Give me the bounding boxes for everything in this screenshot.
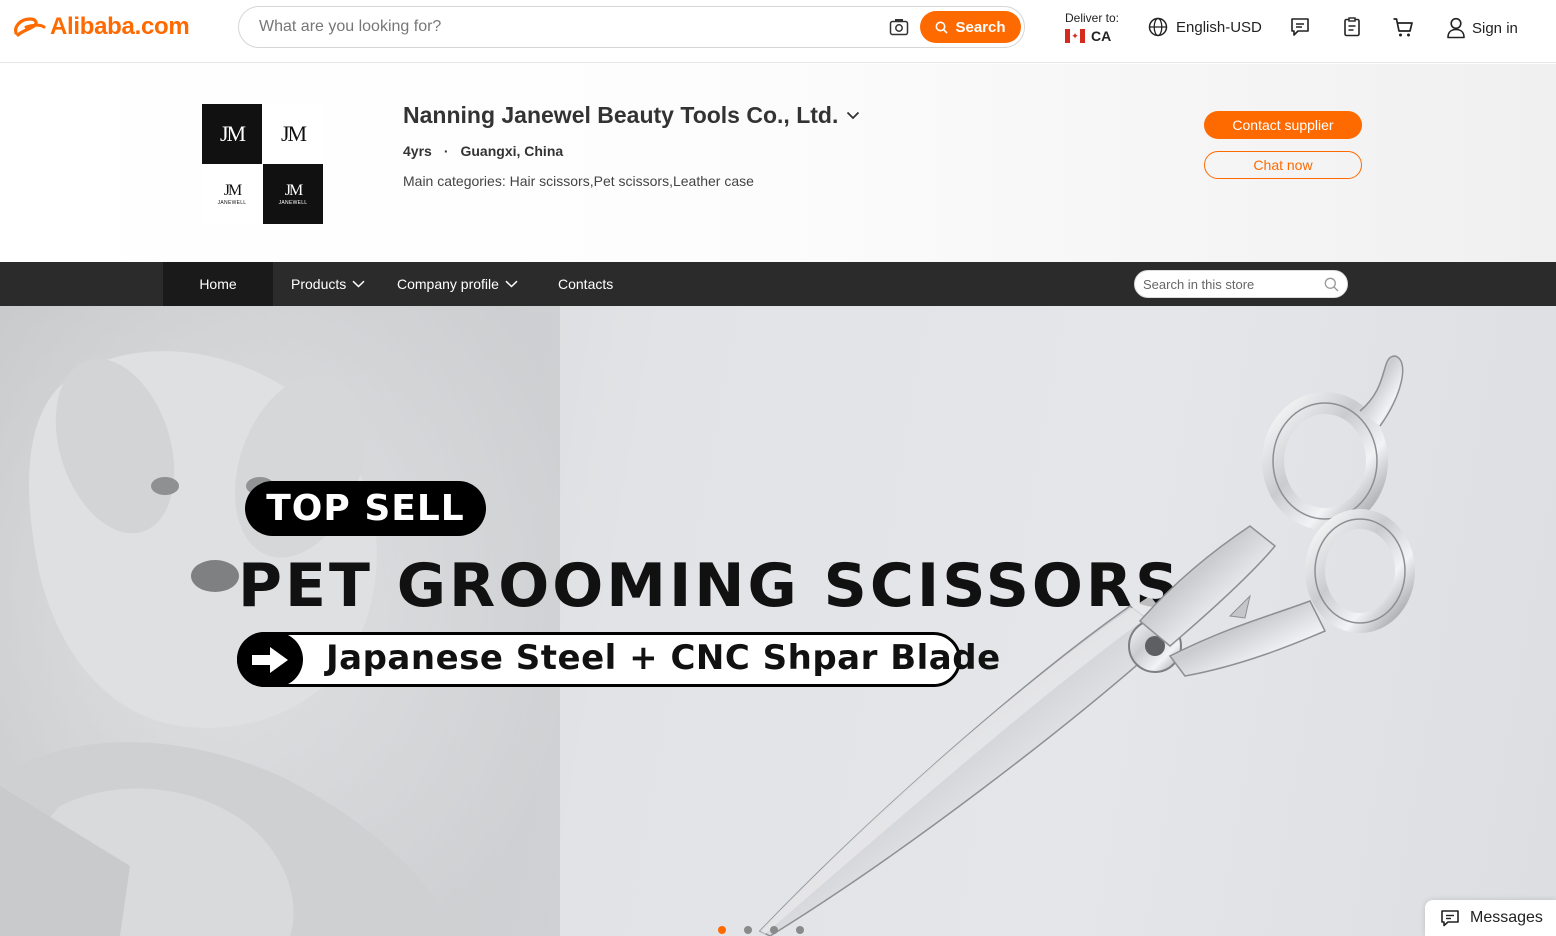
top-sell-badge: TOP SELL [245,481,486,536]
deliver-label: Deliver to: [1065,11,1120,25]
search-input[interactable] [259,7,879,47]
supplier-meta: 4yrs · Guangxi, China [403,143,563,159]
search-button[interactable]: Search [920,11,1021,43]
supplier-header: JM JM JM JANEWELL JM JANEWELL Nanning Ja… [0,64,1556,262]
nav-company-profile-label: Company profile [397,276,499,292]
carousel-dot[interactable] [796,926,804,934]
store-logo-tile: JM [263,104,323,164]
chevron-down-icon [352,280,365,288]
nav-contacts[interactable]: Contacts [558,262,613,306]
arrow-right-icon [237,632,303,687]
deliver-to[interactable]: Deliver to: ✦ CA [1065,11,1119,44]
nav-products-label: Products [291,276,347,292]
message-icon[interactable] [1289,16,1311,38]
globe-icon [1148,17,1168,37]
logo-text: Alibaba.com [50,13,190,40]
user-icon [1447,17,1465,39]
search-icon[interactable] [1324,277,1339,292]
canada-flag-icon: ✦ [1065,29,1085,43]
company-name[interactable]: Nanning Janewel Beauty Tools Co., Ltd. [403,102,860,129]
language-label: English-USD [1176,18,1262,36]
nav-company-profile[interactable]: Company profile [397,262,518,306]
search-icon [935,21,949,34]
main-categories: Main categories: Hair scissors,Pet sciss… [403,173,754,189]
language-currency[interactable]: English-USD [1148,17,1262,37]
chevron-down-icon [505,280,518,288]
store-logo[interactable]: JM JM JM JANEWELL JM JANEWELL [202,104,323,224]
nav-home[interactable]: Home [163,262,273,306]
messages-label: Messages [1470,909,1543,926]
store-logo-tile: JM JANEWELL [202,164,262,224]
chat-now-button[interactable]: Chat now [1204,151,1362,179]
alibaba-logo[interactable]: Alibaba.com [12,13,190,41]
store-navigation: Home Products Company profile Contacts [0,262,1556,306]
message-icon [1441,910,1459,927]
hero-banner[interactable]: TOP SELL PET GROOMING SCISSORS Japanese … [0,306,1556,936]
orders-icon[interactable] [1341,16,1363,38]
nav-home-label: Home [199,276,237,292]
messages-widget[interactable]: Messages [1425,900,1556,936]
carousel-dots [718,926,804,934]
top-header: Alibaba.com Search Deliver to: ✦ CA [0,0,1556,63]
sign-in-label: Sign in [1472,19,1518,37]
grooming-scissors-image [758,355,1415,936]
dog-background-image [0,306,560,936]
camera-search-icon[interactable] [889,18,909,36]
store-search [1134,270,1348,298]
nav-products[interactable]: Products [291,262,365,306]
chevron-down-icon [847,111,860,120]
supplier-years: 4yrs [403,143,432,159]
carousel-dot[interactable] [744,926,752,934]
carousel-dot[interactable] [718,926,726,934]
store-search-input[interactable] [1143,271,1318,297]
sign-in-link[interactable]: Sign in [1446,17,1518,39]
deliver-country: CA [1091,28,1112,44]
company-name-text: Nanning Janewel Beauty Tools Co., Ltd. [403,102,839,128]
carousel-dot[interactable] [770,926,778,934]
nav-contacts-label: Contacts [558,276,614,292]
store-logo-tile: JM [202,104,262,164]
supplier-location: Guangxi, China [460,143,564,159]
search-button-label: Search [955,18,1006,36]
alibaba-logo-icon [14,17,46,37]
store-logo-tile: JM JANEWELL [263,164,323,224]
search-bar: Search [238,6,1025,48]
contact-supplier-button[interactable]: Contact supplier [1204,111,1362,139]
meta-separator: · [443,143,449,159]
cart-icon[interactable] [1392,16,1414,38]
